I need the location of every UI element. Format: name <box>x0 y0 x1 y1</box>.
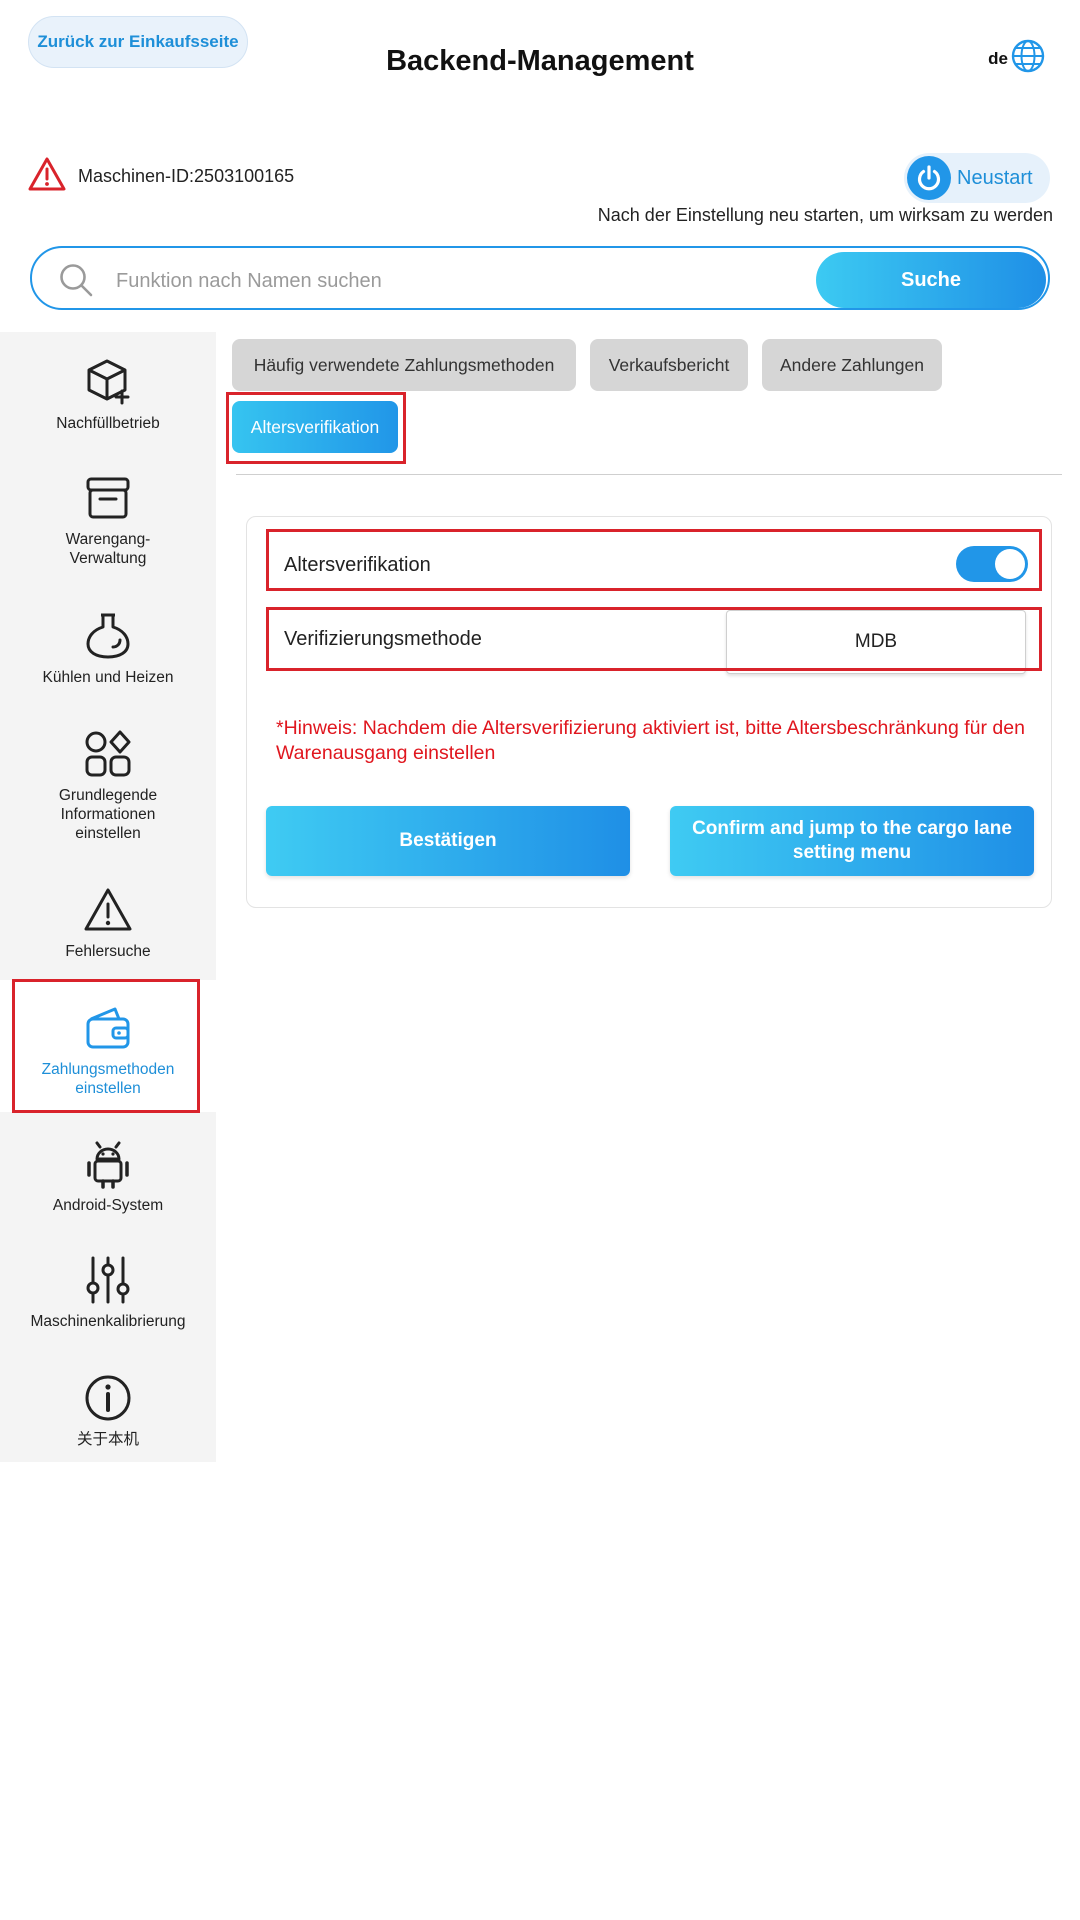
tab-divider <box>236 474 1062 475</box>
highlight-age-tab <box>226 392 406 464</box>
sidebar-item-label: Maschinenkalibrierung <box>30 1313 186 1330</box>
info-icon <box>83 1372 133 1424</box>
power-icon <box>907 156 951 200</box>
sidebar-item-label: Warengang-Verwaltung <box>65 531 151 567</box>
box-plus-icon <box>83 356 133 408</box>
language-code: de <box>988 48 1008 68</box>
highlight-method-row <box>266 607 1042 671</box>
machine-info: Maschinen-ID:2503100165 <box>28 156 294 197</box>
confirm-button[interactable]: Bestätigen <box>266 806 630 876</box>
android-icon <box>83 1138 133 1190</box>
highlight-toggle-row <box>266 529 1042 591</box>
sidebar-item-label: Android-System <box>52 1197 164 1214</box>
search-input[interactable] <box>114 258 808 304</box>
tab-other-payments[interactable]: Andere Zahlungen <box>762 339 942 391</box>
page-title: Backend-Management <box>386 45 694 77</box>
restart-label: Neustart <box>957 166 1033 189</box>
grid-shapes-icon <box>83 728 133 780</box>
confirm-jump-button[interactable]: Confirm and jump to the cargo lane setti… <box>670 806 1034 876</box>
archive-icon <box>83 472 133 524</box>
tab-common-payments[interactable]: Häufig verwendete Zahlungsmethoden <box>232 339 576 391</box>
warning-icon <box>28 156 66 197</box>
globe-icon <box>1010 38 1046 79</box>
sidebar-item-troubleshooting[interactable]: Fehlersuche <box>0 884 216 961</box>
sidebar-item-android-system[interactable]: Android-System <box>0 1138 216 1215</box>
sidebar-item-refill[interactable]: Nachfüllbetrieb <box>0 356 216 433</box>
sidebar-item-label: 关于本机 <box>76 1431 139 1448</box>
highlight-payment-methods <box>12 979 200 1113</box>
sidebar-item-label: Kühlen und Heizen <box>42 669 174 686</box>
sidebar-item-machine-calibration[interactable]: Maschinenkalibrierung <box>0 1254 216 1331</box>
tab-sales-report[interactable]: Verkaufsbericht <box>590 339 748 391</box>
search-icon <box>58 262 94 303</box>
search-button[interactable]: Suche <box>816 252 1046 308</box>
sidebar-item-about[interactable]: 关于本机 <box>0 1372 216 1449</box>
sidebar-item-lane-management[interactable]: Warengang-Verwaltung <box>0 472 216 568</box>
age-verification-hint: *Hinweis: Nachdem die Altersverifizierun… <box>276 717 1025 764</box>
language-selector[interactable]: de <box>988 38 1046 79</box>
warning-icon <box>83 884 133 936</box>
machine-id: Maschinen-ID:2503100165 <box>78 166 295 186</box>
sidebar-item-label: Nachfüllbetrieb <box>56 415 160 432</box>
sliders-icon <box>83 1254 133 1306</box>
restart-button[interactable]: Neustart <box>904 153 1050 203</box>
sidebar-item-cooling-heating[interactable]: Kühlen und Heizen <box>0 610 216 687</box>
sidebar-item-label: Grundlegende Informationen einstellen <box>58 787 158 842</box>
restart-note: Nach der Einstellung neu starten, um wir… <box>597 205 1053 225</box>
sidebar: Nachfüllbetrieb Warengang-Verwaltung Küh… <box>0 332 216 1462</box>
sidebar-item-basic-info[interactable]: Grundlegende Informationen einstellen <box>0 728 216 843</box>
flask-icon <box>83 610 133 662</box>
sidebar-item-label: Fehlersuche <box>65 943 151 960</box>
